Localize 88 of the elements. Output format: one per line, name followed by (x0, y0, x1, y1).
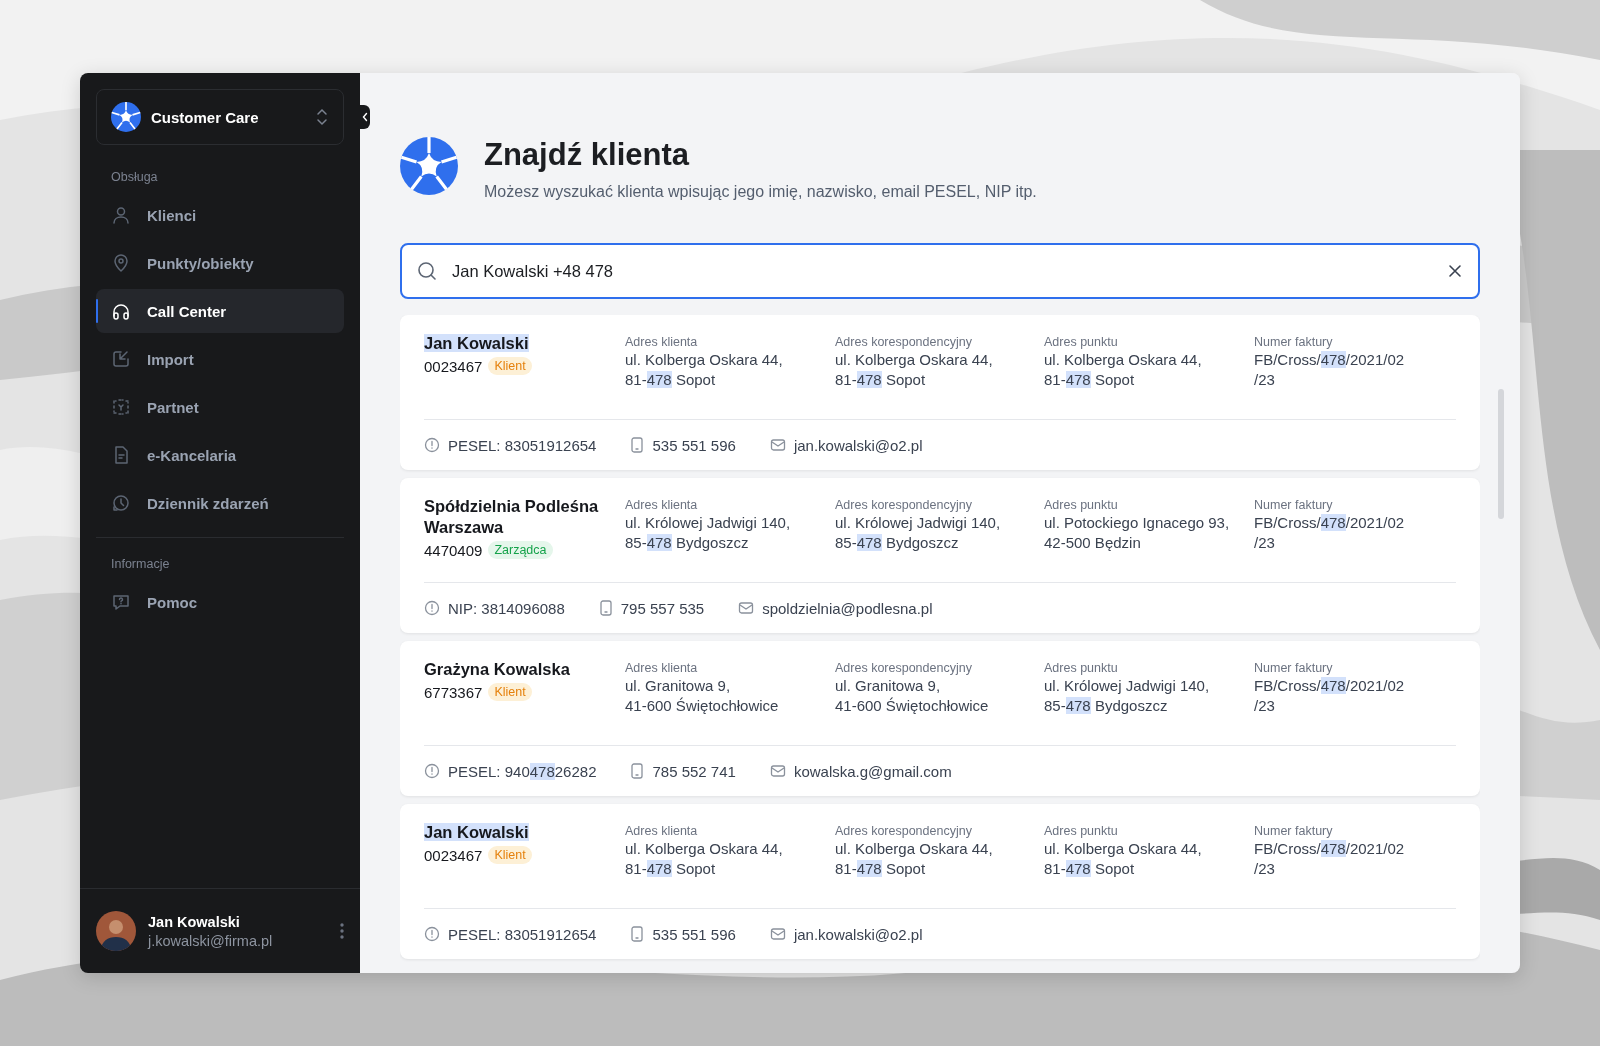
field-value: 85-478 Bydgoszcz (835, 533, 960, 553)
field-label: Numer faktury (1254, 660, 1334, 676)
field-value: 42-500 Będzin (1044, 533, 1142, 553)
nav-item[interactable]: Pomoc (96, 580, 344, 624)
user-name: Jan Kowalski (148, 913, 241, 930)
field-value: 41-600 Świętochłowice (625, 696, 780, 716)
field-value: 81-478 Sopot (625, 370, 717, 390)
field-value: ul. Kolberga Oskara 44, (835, 350, 994, 370)
field-label: Adres punktu (1044, 823, 1119, 839)
phone-number: 785 552 741 (652, 762, 736, 780)
client-number: 6773367 (424, 683, 483, 701)
field-value: /23 (1254, 859, 1276, 879)
client-name: Grażyna Kowalska (424, 659, 571, 680)
field-value: ul. Kolberga Oskara 44, (1044, 839, 1203, 859)
client-number: 0023467 (424, 357, 483, 375)
client-name: Spółdzielnia Podleśna Warszawa (424, 496, 600, 538)
search-field[interactable]: Jan Kowalski +48 478 (400, 243, 1480, 299)
field-value: /23 (1254, 696, 1276, 716)
role-tag: Klient (488, 683, 532, 701)
nav-item[interactable]: e-Kancelaria (96, 433, 344, 477)
field-value: 85-478 Bydgoszcz (625, 533, 750, 553)
user-email: j.kowalski@firma.pl (148, 932, 274, 949)
field-label: Adres punktu (1044, 660, 1119, 676)
email-address: kowalska.g@gmail.com (793, 762, 952, 780)
field-label: Adres korespondencyjny (835, 334, 973, 350)
field-value: 41-600 Świętochłowice (835, 696, 990, 716)
field-value: ul. Potockiego Ignacego 93, (1044, 513, 1231, 533)
field-value: ul. Granitowa 9, (625, 676, 732, 696)
phone-number: 535 551 596 (652, 925, 736, 943)
field-value: ul. Królowej Jadwigi 140, (835, 513, 1002, 533)
field-value: ul. Kolberga Oskara 44, (625, 839, 784, 859)
email-address: jan.kowalski@o2.pl (793, 925, 923, 943)
nav-item[interactable]: Partnet (96, 385, 344, 429)
role-tag: Zarządca (488, 541, 553, 559)
section-label: Obsługa (110, 169, 159, 186)
field-label: Adres klienta (625, 497, 699, 513)
email-address: jan.kowalski@o2.pl (793, 436, 923, 454)
role-tag: Klient (488, 846, 532, 864)
field-label: Adres punktu (1044, 334, 1119, 350)
field-label: Adres punktu (1044, 497, 1119, 513)
field-value: 81-478 Sopot (1044, 370, 1136, 390)
field-label: Adres klienta (625, 660, 699, 676)
field-value: 81-478 Sopot (1044, 859, 1136, 879)
field-value: ul. Królowej Jadwigi 140, (1044, 676, 1211, 696)
id-number: PESEL: 83051912654 (448, 436, 597, 454)
field-label: Adres korespondencyjny (835, 823, 973, 839)
field-label: Adres korespondencyjny (835, 497, 973, 513)
page-title: Znajdź klienta (484, 137, 691, 173)
nav-item[interactable]: Dziennik zdarzeń (96, 481, 344, 525)
id-number: PESEL: 83051912654 (448, 925, 597, 943)
field-value: ul. Kolberga Oskara 44, (1044, 350, 1203, 370)
nav-item[interactable]: Import (96, 337, 344, 381)
field-value: /23 (1254, 533, 1276, 553)
role-tag: Klient (488, 357, 532, 375)
field-value: 81-478 Sopot (835, 859, 927, 879)
nav-item[interactable]: Call Center (96, 289, 344, 333)
field-value: 81-478 Sopot (625, 859, 717, 879)
field-value: FB/Cross/478/2021/02 (1254, 350, 1406, 370)
field-label: Numer faktury (1254, 497, 1334, 513)
client-number: 0023467 (424, 846, 483, 864)
section-label: Informacje (110, 556, 171, 573)
page-subtitle: Możesz wyszukać klienta wpisując jego imię, nazwisko, email PESEL, NIP itp. (484, 183, 1037, 201)
id-number: NIP: 3814096088 (448, 599, 565, 617)
client-name: Jan Kowalski (424, 333, 530, 354)
field-label: Adres korespondencyjny (835, 660, 973, 676)
field-value: FB/Cross/478/2021/02 (1254, 513, 1406, 533)
client-number: 4470409 (424, 541, 483, 559)
field-label: Numer faktury (1254, 334, 1334, 350)
phone-number: 795 557 535 (620, 599, 705, 617)
field-value: ul. Kolberga Oskara 44, (625, 350, 784, 370)
field-value: ul. Kolberga Oskara 44, (835, 839, 994, 859)
client-name: Jan Kowalski (424, 822, 530, 843)
phone-number: 535 551 596 (652, 436, 736, 454)
field-label: Numer faktury (1254, 823, 1334, 839)
field-value: 81-478 Sopot (835, 370, 927, 390)
field-value: ul. Granitowa 9, (835, 676, 942, 696)
field-label: Adres klienta (625, 823, 699, 839)
nav-item[interactable]: Punkty/obiekty (96, 241, 344, 285)
field-label: Adres klienta (625, 334, 699, 350)
field-value: FB/Cross/478/2021/02 (1254, 676, 1406, 696)
id-number: PESEL: 94047826282 (448, 762, 597, 780)
field-value: /23 (1254, 370, 1276, 390)
nav-item[interactable]: Klienci (96, 193, 344, 237)
field-value: ul. Królowej Jadwigi 140, (625, 513, 792, 533)
field-value: 85-478 Bydgoszcz (1044, 696, 1169, 716)
workspace-switcher[interactable]: Customer Care (96, 89, 344, 145)
email-address: spoldzielnia@podlesna.pl (762, 599, 933, 617)
field-value: FB/Cross/478/2021/02 (1254, 839, 1406, 859)
